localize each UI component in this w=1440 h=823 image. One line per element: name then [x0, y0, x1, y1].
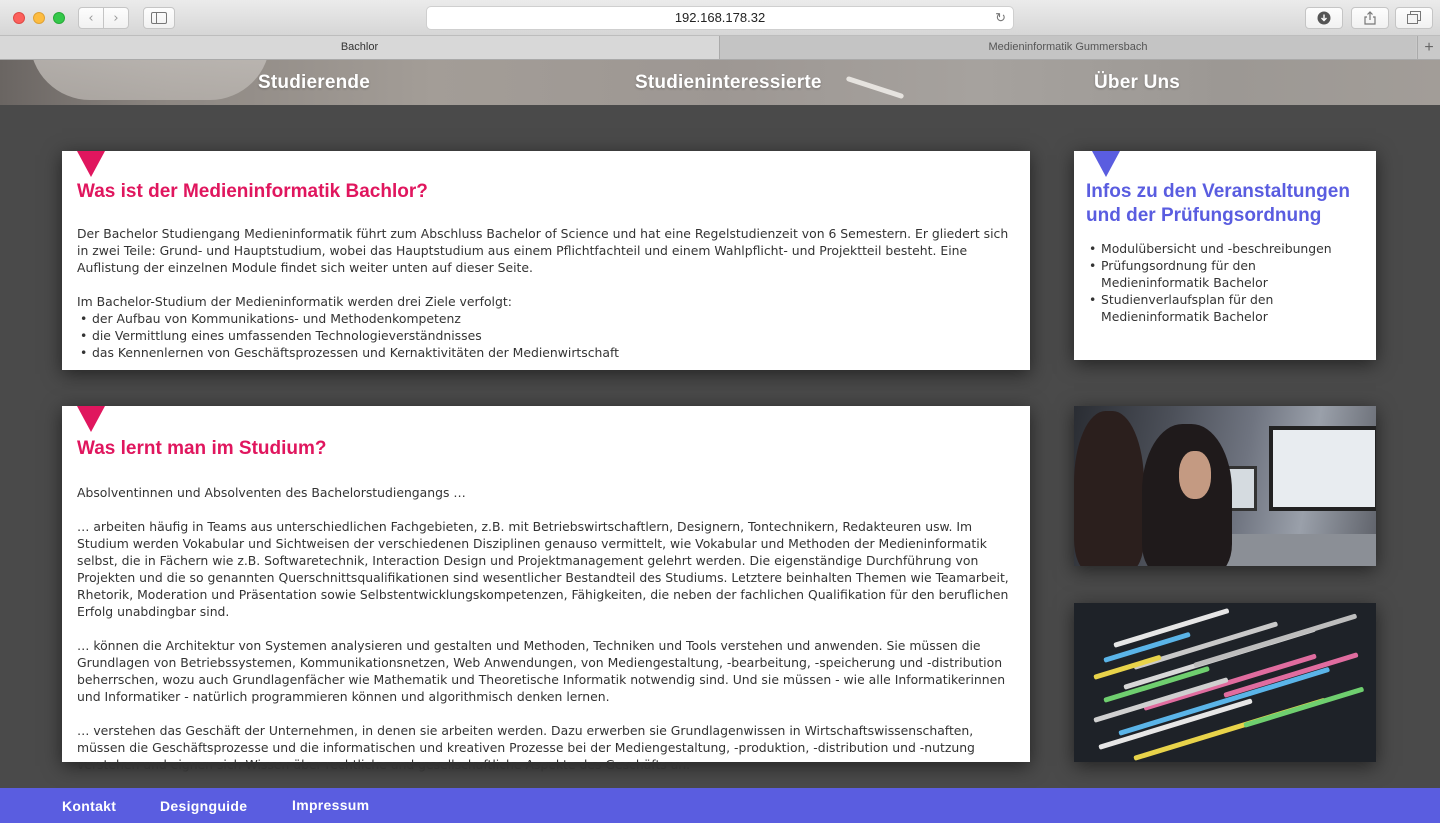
triangle-marker-icon	[77, 406, 105, 432]
infos-link-modules[interactable]: Modulübersicht und -beschreibungen	[1086, 240, 1366, 257]
footer-bar: Kontakt Designguide Impressum	[0, 788, 1440, 823]
chevron-left-icon: ‹	[88, 10, 94, 26]
share-button[interactable]	[1351, 7, 1389, 29]
tab-bachlor[interactable]: Bachlor	[0, 36, 720, 59]
share-icon	[1364, 11, 1376, 25]
minimize-window-button[interactable]	[33, 12, 45, 24]
bachelor-heading: Was ist der Medieninformatik Bachlor?	[77, 181, 428, 202]
goals-list: der Aufbau von Kommunikations- und Metho…	[77, 310, 1017, 361]
triangle-marker-icon	[77, 151, 105, 177]
url-text: 192.168.178.32	[674, 10, 766, 25]
header-banner: Studierende Studieninteressierte Über Un…	[0, 60, 1440, 105]
study-paragraph: … arbeiten häufig in Teams aus unterschi…	[77, 519, 1009, 619]
face-shape	[1179, 451, 1211, 499]
footer-link-impressum[interactable]: Impressum	[292, 797, 369, 813]
study-content-card: Was lernt man im Studium? Absolventinnen…	[62, 406, 1030, 772]
back-button[interactable]: ‹	[78, 7, 104, 29]
triangle-marker-icon	[1092, 151, 1120, 177]
downloads-button[interactable]	[1305, 7, 1343, 29]
show-tabs-button[interactable]	[1395, 7, 1433, 29]
infos-link-list: Modulübersicht und -beschreibungen Prüfu…	[1086, 240, 1366, 325]
infos-heading: Infos zu den Veranstaltungen und der Prü…	[1086, 181, 1350, 226]
header-background-image	[30, 60, 270, 100]
tab-label: Bachlor	[340, 41, 379, 53]
bachelor-info-card: Was ist der Medieninformatik Bachlor? De…	[62, 151, 1030, 370]
tab-label: Medieninformatik Gummersbach	[988, 41, 1148, 53]
footer-link-designguide[interactable]: Designguide	[160, 798, 247, 814]
nav-studieninteressierte[interactable]: Studieninteressierte	[635, 72, 822, 94]
download-icon	[1317, 11, 1331, 25]
goals-intro: Im Bachelor-Studium der Medieninformatik…	[77, 294, 512, 309]
forward-button[interactable]: ›	[103, 7, 129, 29]
infos-link-exam-regulations[interactable]: Prüfungsordnung für den Medieninformatik…	[1086, 257, 1366, 291]
close-window-button[interactable]	[13, 12, 25, 24]
monitor-shape	[1269, 426, 1376, 511]
code-line	[1243, 686, 1365, 728]
chevron-right-icon: ›	[113, 10, 119, 26]
source-code-screen-photo	[1074, 603, 1376, 762]
new-tab-button[interactable]: +	[1417, 36, 1440, 59]
person-shape	[1074, 411, 1144, 566]
nav-studierende[interactable]: Studierende	[258, 72, 370, 94]
plus-icon: +	[1424, 39, 1434, 56]
sidebar-toggle-button[interactable]	[143, 7, 175, 29]
list-item: der Aufbau von Kommunikations- und Metho…	[77, 310, 1017, 327]
study-paragraph: … können die Architektur von Systemen an…	[77, 638, 1006, 704]
tab-bar: Bachlor Medieninformatik Gummersbach +	[0, 36, 1440, 60]
nav-ueber-uns[interactable]: Über Uns	[1094, 72, 1180, 94]
study-paragraph: … verstehen das Geschäft der Unternehmen…	[77, 723, 975, 772]
bachelor-body: Der Bachelor Studiengang Medieninformati…	[77, 225, 1017, 361]
reload-icon[interactable]: ↻	[995, 7, 1006, 29]
study-heading: Was lernt man im Studium?	[77, 438, 327, 459]
sidebar-icon	[151, 12, 167, 24]
zoom-window-button[interactable]	[53, 12, 65, 24]
address-bar[interactable]: 192.168.178.32 ↻	[426, 6, 1014, 30]
browser-toolbar: ‹ › 192.168.178.32 ↻	[0, 0, 1440, 36]
tab-medieninformatik-gummersbach[interactable]: Medieninformatik Gummersbach	[720, 36, 1416, 59]
list-item: die Vermittlung eines umfassenden Techno…	[77, 327, 1017, 344]
study-paragraph: Absolventinnen und Absolventen des Bache…	[77, 485, 466, 500]
study-body: Absolventinnen und Absolventen des Bache…	[77, 484, 1017, 773]
bachelor-intro: Der Bachelor Studiengang Medieninformati…	[77, 226, 1009, 275]
infos-card: Infos zu den Veranstaltungen und der Prü…	[1074, 151, 1376, 360]
infos-link-study-plan[interactable]: Studienverlaufsplan für den Medieninform…	[1086, 291, 1366, 325]
students-at-computers-photo	[1074, 406, 1376, 566]
header-background-detail	[845, 75, 905, 100]
footer-link-kontakt[interactable]: Kontakt	[62, 798, 116, 814]
list-item: das Kennenlernen von Geschäftsprozessen …	[77, 344, 1017, 361]
tabs-icon	[1407, 11, 1421, 24]
